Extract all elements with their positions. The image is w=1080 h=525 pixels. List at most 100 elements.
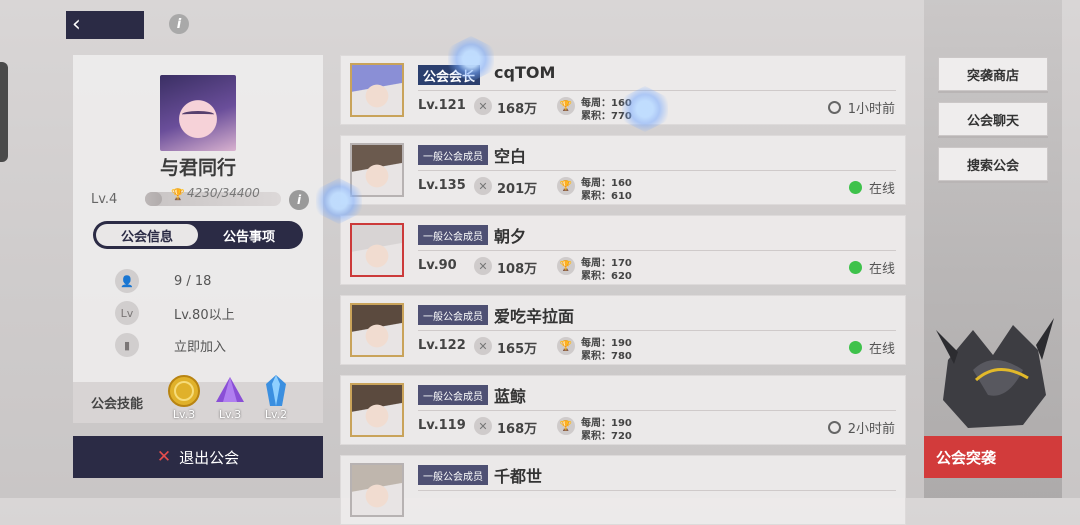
member-row[interactable]: 一般公会成员 朝夕 Lv.90 ✕ 108万 🏆 每周：170 累积：620 在… bbox=[340, 215, 906, 285]
row-divider bbox=[418, 250, 896, 251]
member-row[interactable]: 一般公会成员 空白 Lv.135 ✕ 201万 🏆 每周：160 累积：610 … bbox=[340, 135, 906, 205]
member-name: 爱吃辛拉面 bbox=[494, 307, 575, 326]
skill-level: Lv.3 bbox=[172, 408, 196, 421]
chevron-left-icon: ‹ bbox=[72, 12, 81, 37]
guild-exp-text: 4230/34400 bbox=[187, 186, 260, 200]
member-status-text: 在线 bbox=[868, 342, 895, 357]
guild-level: Lv.4 bbox=[91, 192, 118, 207]
level-icon: Lv bbox=[115, 301, 139, 325]
member-power: 108万 bbox=[497, 262, 538, 277]
member-status-text: 在线 bbox=[868, 182, 895, 197]
member-status: 在线 bbox=[848, 258, 895, 277]
back-button[interactable]: ‹ bbox=[66, 11, 144, 39]
member-power: 165万 bbox=[497, 342, 538, 357]
member-level: Lv.119 bbox=[418, 418, 466, 433]
door-icon: ▮ bbox=[115, 333, 139, 357]
member-name: 千都世 bbox=[494, 467, 543, 486]
member-level: Lv.135 bbox=[418, 178, 466, 193]
guild-raid-button[interactable]: 公会突袭 bbox=[924, 436, 1062, 478]
guild-name: 与君同行 bbox=[159, 157, 236, 179]
member-status-text: 在线 bbox=[868, 262, 895, 277]
close-icon: ✕ bbox=[156, 447, 172, 467]
skill-level: Lv.2 bbox=[264, 408, 288, 421]
swords-icon: ✕ bbox=[474, 417, 492, 435]
quit-guild-button[interactable]: ✕ 退出公会 bbox=[73, 436, 323, 478]
member-level: Lv.122 bbox=[418, 338, 466, 353]
member-role-badge: 一般公会成员 bbox=[418, 385, 488, 405]
guild-exp-fill bbox=[145, 192, 162, 206]
member-avatar[interactable] bbox=[350, 463, 404, 517]
join-type-row: ▮ 立即加入 bbox=[115, 333, 226, 357]
member-role-badge: 一般公会成员 bbox=[418, 305, 488, 325]
member-status: 2小时前 bbox=[827, 418, 895, 437]
member-avatar[interactable] bbox=[350, 303, 404, 357]
search-guild-button[interactable]: 搜索公会 bbox=[938, 147, 1048, 181]
member-count: 9 / 18 bbox=[174, 273, 212, 289]
skill-blue-crystal[interactable]: Lv.2 bbox=[253, 375, 299, 423]
guild-tabs: 公会信息 公告事项 bbox=[93, 221, 303, 249]
member-avatar[interactable] bbox=[350, 223, 404, 277]
exp-info-icon[interactable]: i bbox=[289, 190, 309, 210]
member-row[interactable]: 一般公会成员 爱吃辛拉面 Lv.122 ✕ 165万 🏆 每周：190 累积：7… bbox=[340, 295, 906, 365]
member-row[interactable]: 一般公会成员 千都世 bbox=[340, 455, 906, 525]
trophy-icon: 🏆 bbox=[171, 188, 185, 201]
skill-coin[interactable]: Lv.3 bbox=[161, 375, 207, 423]
member-status-text: 1小时前 bbox=[847, 102, 895, 117]
member-total-contribution: 累积：620 bbox=[581, 271, 632, 282]
guild-skills-label: 公会技能 bbox=[91, 397, 144, 412]
member-total-contribution: 累积：610 bbox=[581, 191, 632, 202]
trophy-icon: 🏆 bbox=[557, 97, 575, 115]
member-row[interactable]: 公会会长 cqTOM Lv.121 ✕ 168万 🏆 每周：160 累积：770… bbox=[340, 55, 906, 125]
swords-icon: ✕ bbox=[474, 257, 492, 275]
guild-chat-button[interactable]: 公会聊天 bbox=[938, 102, 1048, 136]
member-row[interactable]: 一般公会成员 蓝鲸 Lv.119 ✕ 168万 🏆 每周：190 累积：720 … bbox=[340, 375, 906, 445]
join-type: 立即加入 bbox=[174, 339, 227, 355]
guild-info-panel: 与君同行 Lv.4 🏆 4230/34400 i 公会信息 公告事项 👤 9 /… bbox=[73, 55, 323, 423]
clock-icon bbox=[827, 101, 841, 114]
tab-announcements[interactable]: 公告事项 bbox=[198, 224, 300, 246]
online-dot-icon bbox=[848, 261, 862, 274]
member-name: cqTOM bbox=[494, 63, 556, 82]
skill-level: Lv.3 bbox=[218, 408, 242, 421]
row-divider bbox=[418, 490, 896, 491]
raid-shop-button[interactable]: 突袭商店 bbox=[938, 57, 1048, 91]
member-power: 168万 bbox=[497, 422, 538, 437]
member-status-text: 2小时前 bbox=[847, 422, 895, 437]
member-name: 朝夕 bbox=[494, 227, 527, 246]
member-role-badge: 一般公会成员 bbox=[418, 225, 488, 245]
member-total-contribution: 累积：720 bbox=[581, 431, 632, 442]
member-role-badge: 公会会长 bbox=[418, 65, 481, 85]
clock-icon bbox=[827, 421, 841, 434]
row-divider bbox=[418, 330, 896, 331]
member-avatar[interactable] bbox=[350, 383, 404, 437]
skill-purple-crystal[interactable]: Lv.3 bbox=[207, 377, 253, 423]
level-requirement-row: Lv Lv.80以上 bbox=[115, 301, 235, 325]
member-count-row: 👤 9 / 18 bbox=[115, 269, 211, 293]
member-total-contribution: 累积：780 bbox=[581, 351, 632, 362]
member-power: 201万 bbox=[497, 182, 538, 197]
side-drawer-handle[interactable] bbox=[0, 62, 8, 162]
guild-skills-bar: 公会技能 Lv.3 Lv.3 Lv.2 bbox=[73, 375, 323, 423]
info-icon[interactable]: i bbox=[169, 14, 189, 34]
member-level: Lv.90 bbox=[418, 258, 457, 273]
member-avatar[interactable] bbox=[350, 63, 404, 117]
online-dot-icon bbox=[848, 341, 862, 354]
person-icon: 👤 bbox=[115, 269, 139, 293]
blue-crystal-icon bbox=[266, 375, 287, 406]
member-status: 1小时前 bbox=[827, 98, 895, 117]
tab-guild-info[interactable]: 公会信息 bbox=[96, 224, 198, 246]
trophy-icon: 🏆 bbox=[557, 417, 575, 435]
quit-guild-label: 退出公会 bbox=[179, 448, 240, 467]
swords-icon: ✕ bbox=[474, 337, 492, 355]
member-status: 在线 bbox=[848, 338, 895, 357]
trophy-icon: 🏆 bbox=[557, 177, 575, 195]
purple-crystal-icon bbox=[216, 377, 245, 402]
member-status: 在线 bbox=[848, 178, 895, 197]
swords-icon: ✕ bbox=[474, 177, 492, 195]
trophy-icon: 🏆 bbox=[557, 337, 575, 355]
raid-boss-art bbox=[936, 318, 1054, 428]
swords-icon: ✕ bbox=[474, 97, 492, 115]
member-level: Lv.121 bbox=[418, 98, 466, 113]
member-avatar[interactable] bbox=[350, 143, 404, 197]
member-name: 空白 bbox=[494, 147, 527, 166]
